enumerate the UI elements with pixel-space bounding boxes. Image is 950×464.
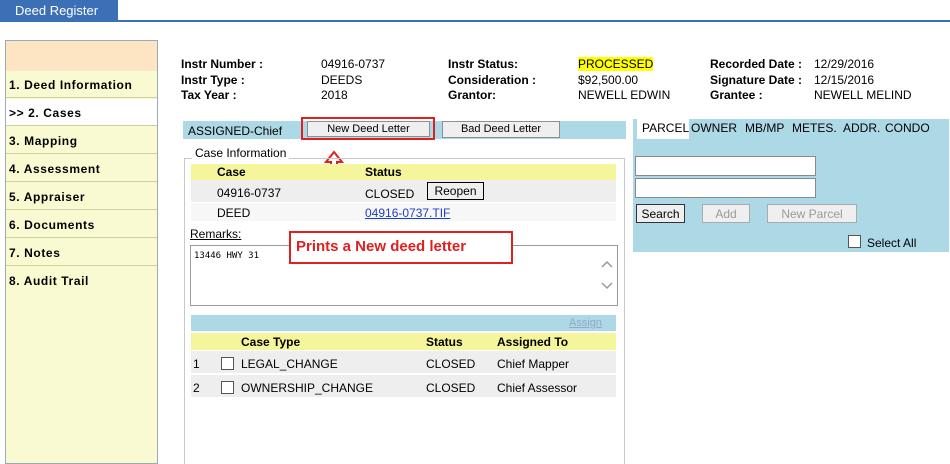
case-information-legend: Case Information bbox=[192, 146, 290, 160]
bad-deed-letter-button[interactable]: Bad Deed Letter bbox=[442, 121, 560, 138]
sidebar-header bbox=[6, 41, 157, 71]
instr-number-label: Instr Number : bbox=[181, 57, 264, 71]
tax-year-label: Tax Year : bbox=[181, 88, 237, 102]
title-bar-underline bbox=[0, 20, 950, 22]
row-status: CLOSED bbox=[426, 357, 476, 371]
row-assigned-to: Chief Mapper bbox=[497, 357, 570, 371]
tab-mb-mp[interactable]: MB/MP bbox=[745, 119, 784, 139]
assigned-label: ASSIGNED-Chief bbox=[188, 124, 283, 138]
case-types-toolbar bbox=[191, 315, 616, 331]
tab-condo[interactable]: CONDO bbox=[885, 119, 930, 139]
row-assigned-to: Chief Assessor bbox=[497, 381, 578, 395]
tab-owner[interactable]: OWNER bbox=[691, 119, 737, 139]
sidebar-item-assessment[interactable]: 4. Assessment bbox=[6, 155, 157, 182]
grantee-value: NEWELL MELIND bbox=[814, 88, 912, 102]
new-parcel-button[interactable]: New Parcel bbox=[767, 204, 857, 223]
recorded-date-value: 12/29/2016 bbox=[814, 57, 875, 71]
case-table-header bbox=[191, 164, 616, 180]
signature-date-label: Signature Date : bbox=[710, 73, 803, 87]
case-number: 04916-0737 bbox=[217, 186, 282, 200]
case-status: CLOSED bbox=[365, 187, 415, 201]
sidebar-item-appraiser[interactable]: 5. Appraiser bbox=[6, 183, 157, 210]
select-all-checkbox[interactable] bbox=[848, 235, 861, 248]
scroll-down-icon[interactable] bbox=[600, 281, 614, 291]
sidebar-item-cases[interactable]: >> 2. Cases bbox=[6, 99, 157, 126]
new-deed-letter-highlight bbox=[301, 117, 435, 140]
grantor-value: NEWELL EDWIN bbox=[578, 88, 671, 102]
row-number: 1 bbox=[193, 357, 200, 371]
sidebar-item-deed-information[interactable]: 1. Deed Information bbox=[6, 71, 157, 98]
assign-link[interactable]: Assign bbox=[569, 317, 602, 329]
row-case-type: LEGAL_CHANGE bbox=[241, 357, 338, 371]
tab-parcel[interactable]: PARCEL bbox=[637, 119, 689, 139]
case-type-status-column-header: Status bbox=[426, 335, 463, 349]
row-case-type: OWNERSHIP_CHANGE bbox=[241, 381, 374, 395]
row-checkbox[interactable] bbox=[221, 357, 234, 370]
case-type-column-header: Case Type bbox=[241, 335, 301, 349]
scroll-up-icon[interactable] bbox=[600, 259, 614, 269]
remarks-label: Remarks: bbox=[190, 227, 242, 241]
grantor-label: Grantor: bbox=[448, 88, 496, 102]
search-button[interactable]: Search bbox=[636, 204, 685, 223]
annotation-callout: Prints a New deed letter bbox=[289, 231, 513, 264]
status-column-header: Status bbox=[365, 165, 402, 179]
instr-status-value: PROCESSED bbox=[578, 57, 654, 71]
instr-number-value: 04916-0737 bbox=[321, 57, 386, 71]
title-bar bbox=[0, 0, 950, 22]
sidebar-item-mapping[interactable]: 3. Mapping bbox=[6, 127, 157, 154]
case-column-header: Case bbox=[217, 165, 246, 179]
tab-metes[interactable]: METES. bbox=[792, 119, 837, 139]
tab-addr[interactable]: ADDR. bbox=[843, 119, 880, 139]
select-all-label: Select All bbox=[867, 236, 917, 250]
row-status: CLOSED bbox=[426, 381, 476, 395]
row-number: 2 bbox=[193, 381, 200, 395]
assigned-to-column-header: Assigned To bbox=[497, 335, 569, 349]
add-button[interactable]: Add bbox=[702, 204, 750, 223]
sidebar-item-notes[interactable]: 7. Notes bbox=[6, 239, 157, 266]
reopen-button[interactable]: Reopen bbox=[427, 182, 484, 200]
consideration-value: $92,500.00 bbox=[578, 73, 639, 87]
parcel-search-input-1[interactable] bbox=[635, 156, 816, 176]
remarks-text: 13446 HWY 31 bbox=[194, 251, 260, 261]
app-title-tab: Deed Register bbox=[0, 0, 118, 22]
document-type: DEED bbox=[217, 206, 251, 220]
sidebar-item-audit-trail[interactable]: 8. Audit Trail bbox=[6, 267, 157, 294]
tax-year-value: 2018 bbox=[321, 88, 348, 102]
consideration-label: Consideration : bbox=[448, 73, 537, 87]
sidebar-item-documents[interactable]: 6. Documents bbox=[6, 211, 157, 238]
recorded-date-label: Recorded Date : bbox=[710, 57, 803, 71]
grantee-label: Grantee : bbox=[710, 88, 763, 102]
signature-date-value: 12/15/2016 bbox=[814, 73, 875, 87]
document-link[interactable]: 04916-0737.TIF bbox=[365, 206, 450, 220]
row-checkbox[interactable] bbox=[221, 381, 234, 394]
parcel-search-input-2[interactable] bbox=[635, 178, 816, 198]
instr-status-label: Instr Status: bbox=[448, 57, 519, 71]
instr-type-label: Instr Type : bbox=[181, 73, 245, 87]
instr-type-value: DEEDS bbox=[321, 73, 363, 87]
